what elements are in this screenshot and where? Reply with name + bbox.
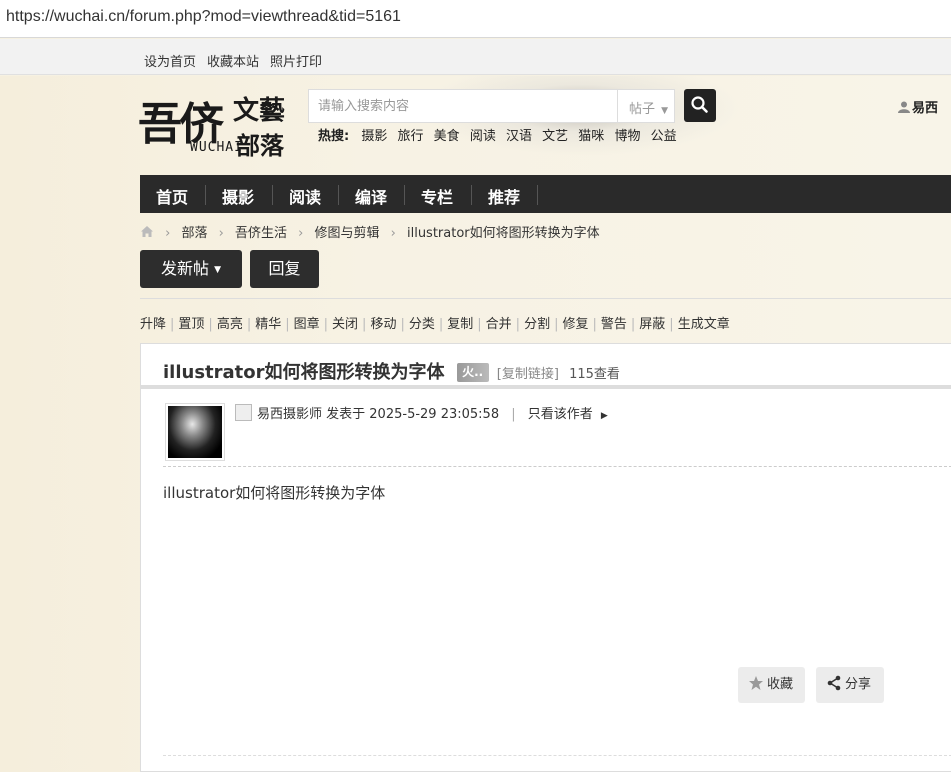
nav-divider (404, 185, 405, 205)
new-post-label: 发新帖 (160, 259, 209, 278)
avatar[interactable] (165, 403, 225, 461)
breadcrumb-separator: › (165, 226, 171, 241)
bookmark-site-link[interactable]: 收藏本站 (207, 51, 259, 70)
share-label: 分享 (845, 677, 872, 692)
divider (163, 466, 951, 467)
new-post-button[interactable]: 发新帖 ▼ (140, 250, 242, 288)
post-meta: 易西摄影师 发表于 2025-5-29 23:05:58 | 只看该作者 ▶ (235, 403, 608, 422)
search-type-select[interactable]: 帖子 ▼ (617, 90, 675, 122)
thread-panel: illustrator如何将图形转换为字体 火.. [复制链接] 115查看 易… (140, 343, 951, 772)
caret-down-icon: ▼ (661, 106, 669, 116)
copy-link[interactable]: [复制链接] (497, 367, 559, 382)
mod-tool[interactable]: 分割 (524, 313, 550, 332)
breadcrumb-separator: › (298, 226, 304, 241)
mod-tool[interactable]: 升降 (140, 313, 166, 332)
hot-term[interactable]: 博物 (614, 129, 640, 144)
nav-item-reading[interactable]: 阅读 (289, 184, 321, 208)
divider (140, 298, 951, 299)
nav-item-recommend[interactable]: 推荐 (488, 184, 520, 208)
moderation-toolbar: 升降 | 置顶 | 高亮 | 精华 | 图章 | 关闭 | 移动 | 分类 | 复制 | 合并 | 分割 | 修复 | 警告 | 屏… (140, 313, 730, 332)
nav-divider (471, 185, 472, 205)
view-count: 115查看 (569, 367, 620, 382)
caret-down-icon: ▼ (214, 265, 222, 275)
divider (141, 385, 951, 389)
breadcrumb-item[interactable]: 部落 (181, 226, 207, 241)
thread-title: illustrator如何将图形转换为字体 (163, 362, 445, 383)
share-icon (827, 675, 841, 691)
hot-search: 热搜: 摄影 旅行 美食 阅读 汉语 文艺 猫咪 博物 公益 (318, 125, 683, 144)
mod-tool[interactable]: 图章 (294, 313, 320, 332)
hot-term[interactable]: 摄影 (361, 129, 387, 144)
reply-label: 回复 (268, 259, 301, 278)
search-icon (691, 96, 708, 113)
search-input[interactable] (309, 90, 616, 122)
author-name[interactable]: 易西摄影师 (257, 407, 322, 422)
favorite-label: 收藏 (767, 677, 794, 692)
hot-term[interactable]: 猫咪 (578, 129, 604, 144)
caret-right-icon: ▶ (600, 411, 608, 421)
hot-term[interactable]: 美食 (434, 129, 460, 144)
main-nav: 首页 摄影 阅读 编译 专栏 推荐 (140, 175, 951, 213)
breadcrumb: › 部落 › 吾侪生活 › 修图与剪辑 › illustrator如何将图形转换… (140, 222, 600, 241)
breadcrumb-item[interactable]: 修图与剪辑 (314, 226, 379, 241)
set-homepage-link[interactable]: 设为首页 (144, 51, 196, 70)
favorite-button[interactable]: 收藏 (738, 667, 805, 703)
only-author-link[interactable]: 只看该作者 (528, 407, 593, 422)
post-content: illustrator如何将图形转换为字体 (163, 484, 386, 502)
divider (163, 755, 951, 756)
user-menu[interactable]: 易西 (898, 97, 938, 116)
mod-tool[interactable]: 修复 (562, 313, 588, 332)
nav-divider (537, 185, 538, 205)
breadcrumb-separator: › (218, 226, 224, 241)
search-box: 帖子 ▼ (308, 89, 675, 123)
nav-divider (205, 185, 206, 205)
mod-tool[interactable]: 置顶 (178, 313, 204, 332)
user-name: 易西 (912, 101, 939, 116)
hot-search-label: 热搜: (318, 129, 350, 144)
hot-term[interactable]: 公益 (651, 129, 677, 144)
nav-item-home[interactable]: 首页 (156, 184, 188, 208)
breadcrumb-item[interactable]: 吾侪生活 (235, 226, 287, 241)
hot-term[interactable]: 汉语 (506, 129, 532, 144)
logo-en-text: WUCHAI (190, 140, 243, 155)
hot-term[interactable]: 阅读 (470, 129, 496, 144)
address-bar[interactable]: https://wuchai.cn/forum.php?mod=viewthre… (0, 0, 951, 38)
mod-tool[interactable]: 警告 (601, 313, 627, 332)
breadcrumb-item-current[interactable]: illustrator如何将图形转换为字体 (407, 226, 600, 241)
mod-tool[interactable]: 关闭 (332, 313, 358, 332)
mod-tool[interactable]: 屏蔽 (639, 313, 665, 332)
logo-text-bottom: 部落 (236, 131, 284, 160)
user-icon (898, 101, 910, 113)
nav-divider (272, 185, 273, 205)
breadcrumb-separator: › (390, 226, 396, 241)
hot-term[interactable]: 旅行 (398, 129, 424, 144)
mod-tool[interactable]: 移动 (370, 313, 396, 332)
user-icon (235, 404, 252, 421)
top-toolbar: 设为首页 收藏本站 照片打印 (0, 39, 951, 75)
mod-tool[interactable]: 合并 (486, 313, 512, 332)
nav-item-columns[interactable]: 专栏 (421, 184, 453, 208)
photo-print-link[interactable]: 照片打印 (270, 51, 322, 70)
hot-badge: 火.. (456, 363, 489, 382)
home-icon[interactable] (140, 225, 154, 238)
mod-tool[interactable]: 复制 (447, 313, 473, 332)
share-button[interactable]: 分享 (816, 667, 884, 703)
thread-title-row: illustrator如何将图形转换为字体 火.. [复制链接] 115查看 (163, 358, 620, 384)
logo-text-top: 文藝 (233, 96, 286, 126)
nav-item-photography[interactable]: 摄影 (222, 184, 254, 208)
search-button[interactable] (684, 89, 716, 122)
mod-tool[interactable]: 生成文章 (678, 313, 730, 332)
hot-term[interactable]: 文艺 (542, 129, 568, 144)
search-type-label: 帖子 (629, 102, 656, 117)
reply-button[interactable]: 回复 (250, 250, 319, 288)
mod-tool[interactable]: 精华 (255, 313, 281, 332)
star-icon (749, 676, 763, 690)
nav-divider (338, 185, 339, 205)
site-logo[interactable]: 吾侪 文藝 部落 WUCHAI (138, 88, 288, 160)
post-time: 发表于 2025-5-29 23:05:58 (326, 407, 500, 422)
mod-tool[interactable]: 分类 (409, 313, 435, 332)
nav-item-translation[interactable]: 编译 (355, 184, 387, 208)
mod-tool[interactable]: 高亮 (217, 313, 243, 332)
